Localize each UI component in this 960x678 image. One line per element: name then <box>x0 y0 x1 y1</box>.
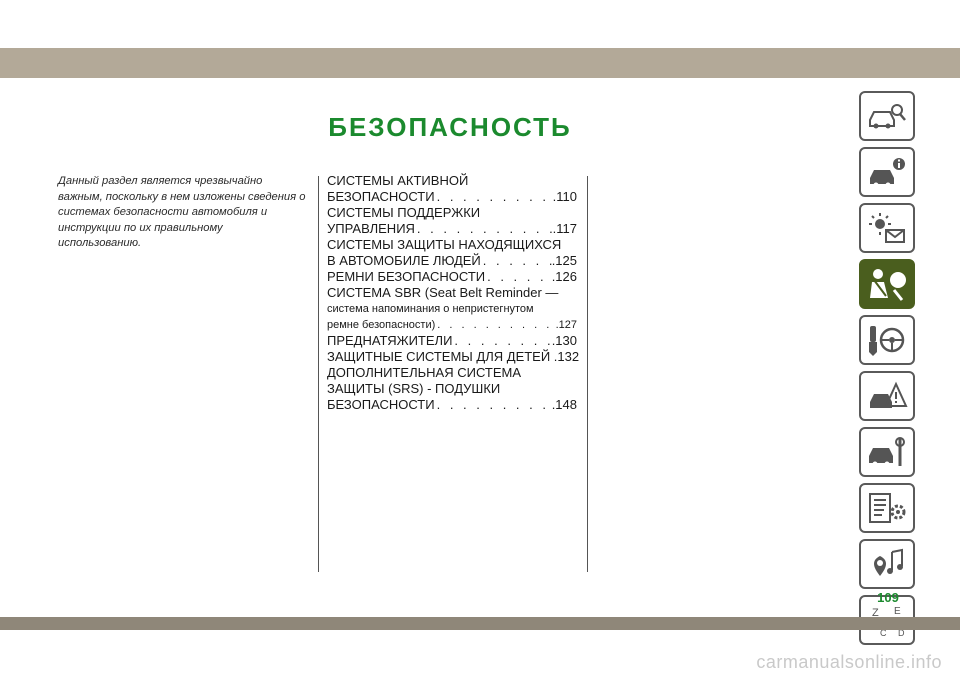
toc-entry-text: система напоминания о непристегнутом <box>327 303 534 315</box>
toc-leader-dots <box>435 397 552 413</box>
toc-entry[interactable]: СИСТЕМЫ АКТИВНОЙ <box>327 173 577 189</box>
toc-entry[interactable]: СИСТЕМЫ ПОДДЕРЖКИ <box>327 205 577 221</box>
column-divider-right <box>587 176 588 572</box>
toc-leader-dots <box>485 269 552 285</box>
toc-entry-text: ремне безопасности) <box>327 319 436 331</box>
toc-entry-text: В АВТОМОБИЛЕ ЛЮДЕЙ <box>327 253 481 268</box>
svg-text:E: E <box>894 606 901 617</box>
watermark: carmanualsonline.info <box>756 652 942 672</box>
toc-leader-dots <box>435 317 555 333</box>
car-info-icon <box>870 158 905 188</box>
bottom-band <box>0 617 960 630</box>
column-divider-left <box>318 176 319 572</box>
chapter-tab-2[interactable] <box>859 147 915 197</box>
toc-page-number: .130 <box>551 333 577 348</box>
toc-entry-text: СИСТЕМЫ АКТИВНОЙ <box>327 173 469 188</box>
toc-entry[interactable]: БЕЗОПАСНОСТИ .110 <box>327 189 577 205</box>
car-tools-icon <box>869 437 905 467</box>
toc-entry[interactable]: В АВТОМОБИЛЕ ЛЮДЕЙ .125 <box>327 253 577 269</box>
chapter-tab-8[interactable] <box>859 483 915 533</box>
toc-entry[interactable]: СИСТЕМА SBR (Seat Belt Reminder — <box>327 285 577 301</box>
chapter-tab-7[interactable] <box>859 427 915 477</box>
toc-entry[interactable]: УПРАВЛЕНИЯ .117 <box>327 221 577 237</box>
page-number: 109 <box>877 590 899 605</box>
toc-leader-dots <box>435 189 553 205</box>
top-band <box>0 48 960 78</box>
chapter-tab-9[interactable] <box>859 539 915 589</box>
toc-entry[interactable]: ЗАЩИТНЫЕ СИСТЕМЫ ДЛЯ ДЕТЕЙ .132 <box>327 349 580 365</box>
chapter-tab-6[interactable] <box>859 371 915 421</box>
chapter-tab-3[interactable] <box>859 203 915 253</box>
key-steering-wheel-icon <box>869 326 905 356</box>
toc-page-number: .117 <box>552 221 577 236</box>
toc-leader-dots <box>481 253 552 269</box>
safety-airbag-icon <box>870 269 906 301</box>
page-title: БЕЗОПАСНОСТЬ <box>328 112 572 142</box>
toc-entry-text: РЕМНИ БЕЗОПАСНОСТИ <box>327 269 486 284</box>
chapter-tab-1[interactable] <box>859 91 915 141</box>
toc-entry[interactable]: ДОПОЛНИТЕЛЬНАЯ СИСТЕМА <box>327 365 577 381</box>
car-breakdown-icon <box>870 381 908 408</box>
warning-lights-icon <box>869 213 905 243</box>
toc-entry-text: БЕЗОПАСНОСТИ <box>327 189 435 204</box>
toc-entry-text: СИСТЕМА SBR (Seat Belt Reminder — <box>327 285 559 300</box>
toc-leader-dots <box>415 221 553 237</box>
toc-entry-text: ЗАЩИТНЫЕ СИСТЕМЫ ДЛЯ ДЕТЕЙ .132 <box>327 349 580 364</box>
toc-entry[interactable]: ЗАЩИТЫ (SRS) - ПОДУШКИ <box>327 381 577 397</box>
toc-entry-text: СИСТЕМЫ ЗАЩИТЫ НАХОДЯЩИХСЯ <box>327 237 562 252</box>
table-of-contents: СИСТЕМЫ АКТИВНОЙБЕЗОПАСНОСТИ.110СИСТЕМЫ … <box>327 173 580 413</box>
toc-entry-text: УПРАВЛЕНИЯ <box>327 221 415 236</box>
toc-entry-text: ДОПОЛНИТЕЛЬНАЯ СИСТЕМА <box>327 365 522 380</box>
toc-entry-text: БЕЗОПАСНОСТИ <box>327 397 435 412</box>
toc-entry[interactable]: СИСТЕМЫ ЗАЩИТЫ НАХОДЯЩИХСЯ <box>327 237 577 253</box>
chapter-tabs: ZEBACD <box>859 91 917 651</box>
multimedia-navigation-icon <box>874 548 903 576</box>
chapter-tab-4[interactable] <box>859 259 915 309</box>
toc-entry[interactable]: ремне безопасности) .127 <box>327 317 577 333</box>
toc-entry[interactable]: ПРЕДНАТЯЖИТЕЛИ .130 <box>327 333 577 349</box>
toc-page-number: .125 <box>551 253 577 268</box>
toc-entry-text: ПРЕДНАТЯЖИТЕЛИ <box>327 333 453 348</box>
toc-page-number: .126 <box>551 269 577 284</box>
toc-entry-text: СИСТЕМЫ ПОДДЕРЖКИ <box>327 205 481 220</box>
chapter-tab-5[interactable] <box>859 315 915 365</box>
specs-gear-icon <box>869 493 906 523</box>
toc-page-number: .110 <box>552 189 577 204</box>
toc-entry[interactable]: БЕЗОПАСНОСТИ .148 <box>327 397 577 413</box>
toc-entry[interactable]: РЕМНИ БЕЗОПАСНОСТИ .126 <box>327 269 577 285</box>
car-search-icon <box>869 104 906 129</box>
toc-entry[interactable]: система напоминания о непристегнутом <box>327 301 577 317</box>
intro-text: Данный раздел является чрезвычайно важны… <box>58 175 306 250</box>
toc-leader-dots <box>452 333 551 349</box>
toc-page-number: .127 <box>555 319 577 331</box>
toc-entry-text: ЗАЩИТЫ (SRS) - ПОДУШКИ <box>327 381 501 396</box>
toc-page-number: .148 <box>551 397 577 412</box>
